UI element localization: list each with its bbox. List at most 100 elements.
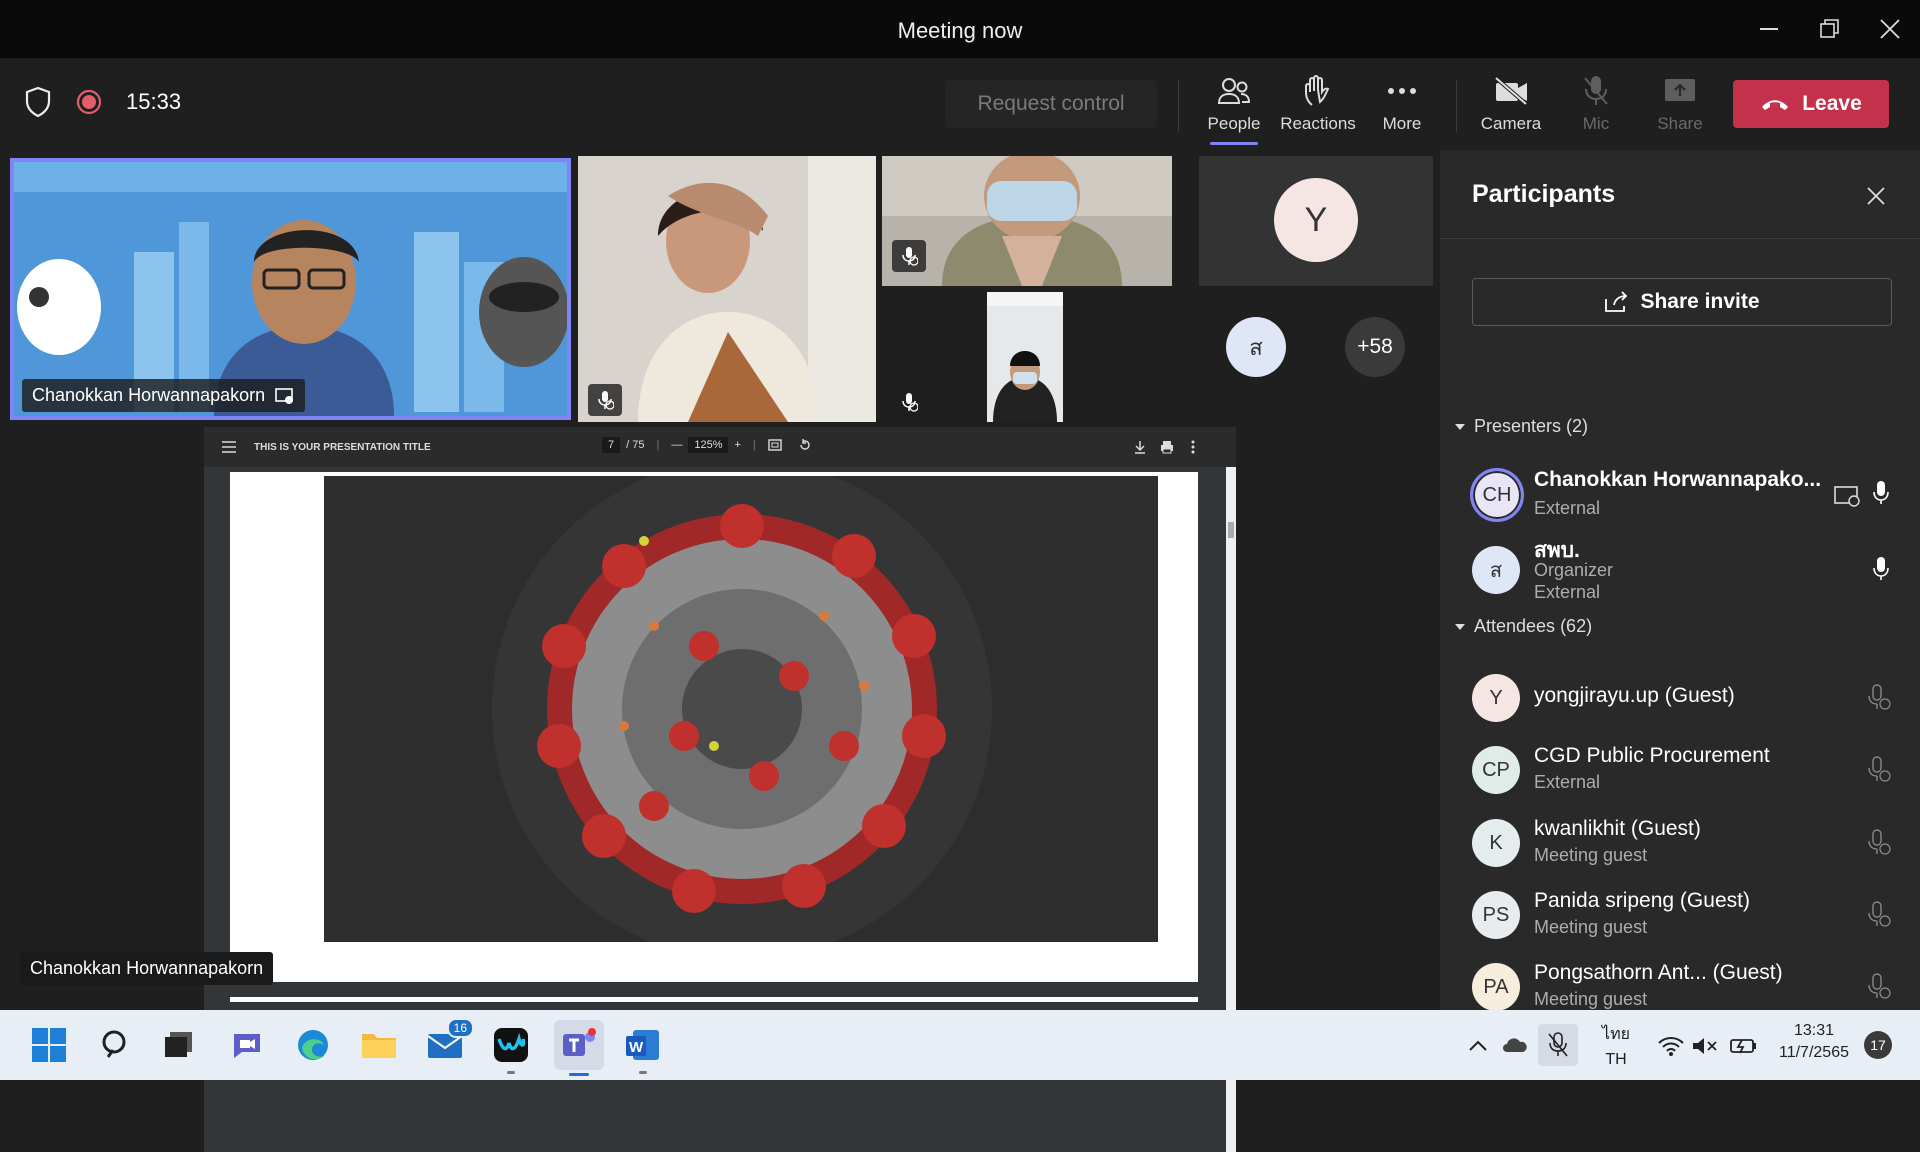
- word-button[interactable]: W: [620, 1022, 666, 1074]
- volume-muted-icon[interactable]: [1692, 1036, 1718, 1056]
- more-label: More: [1382, 114, 1422, 133]
- people-button[interactable]: People: [1196, 74, 1272, 145]
- participant-row[interactable]: CH Chanokkan Horwannapako... External: [1470, 464, 1892, 524]
- mail-badge: 16: [446, 1018, 474, 1038]
- zoom-out-icon[interactable]: —: [671, 439, 682, 451]
- video-tile-4[interactable]: [882, 292, 1172, 422]
- menu-icon[interactable]: [222, 441, 236, 453]
- battery-charging-icon[interactable]: [1730, 1037, 1758, 1055]
- webex-button[interactable]: [488, 1022, 534, 1074]
- taskbar: 16 W ไทย TH 13:31 11/7/2565 17: [0, 1010, 1920, 1080]
- download-icon[interactable]: [1134, 440, 1146, 454]
- avatar: CH: [1470, 468, 1524, 522]
- rotate-icon[interactable]: [798, 438, 812, 452]
- presenting-icon: [1834, 486, 1860, 507]
- share-invite-button[interactable]: Share invite: [1472, 278, 1892, 326]
- clock[interactable]: 13:31 11/7/2565: [1766, 1022, 1862, 1062]
- mic-off-icon: [1584, 76, 1608, 105]
- participant-row[interactable]: Y yongjirayu.up (Guest): [1472, 668, 1892, 728]
- mic-on-icon: [1873, 481, 1889, 504]
- search-button[interactable]: [93, 1022, 139, 1068]
- raise-hand-icon: [1305, 75, 1330, 106]
- overflow-participants-button[interactable]: +58: [1345, 317, 1405, 377]
- notification-badge[interactable]: 17: [1864, 1031, 1892, 1059]
- participant-video: [578, 156, 876, 422]
- fit-page-icon[interactable]: [768, 439, 782, 451]
- participant-role: External: [1534, 772, 1601, 792]
- start-button[interactable]: [26, 1022, 72, 1068]
- people-label: People: [1207, 114, 1261, 133]
- presenter-name-tag: Chanokkan Horwannapakorn: [20, 952, 274, 985]
- participant-row[interactable]: ส สพบ. Organizer External: [1472, 534, 1892, 614]
- edge-button[interactable]: [290, 1022, 336, 1068]
- mic-on-icon: [1873, 557, 1889, 580]
- mic-muted-tray[interactable]: [1538, 1024, 1578, 1066]
- video-tile-2[interactable]: [578, 156, 876, 422]
- mic-off-icon: [1868, 829, 1891, 855]
- zoom-in-icon[interactable]: +: [734, 439, 740, 451]
- window-title: Meeting now: [897, 18, 1023, 43]
- zoom-level[interactable]: 125%: [688, 437, 729, 453]
- onedrive-icon[interactable]: [1502, 1036, 1528, 1054]
- avatar: Y: [1472, 674, 1520, 722]
- mic-off-icon: [902, 393, 918, 412]
- wifi-icon[interactable]: [1658, 1036, 1684, 1056]
- avatar-s[interactable]: ส: [1226, 317, 1286, 377]
- featured-name-tag: Chanokkan Horwannapakorn: [22, 379, 306, 412]
- teams-button[interactable]: [554, 1020, 604, 1076]
- search-icon: [102, 1030, 126, 1058]
- teams-icon: [563, 1028, 596, 1056]
- camera-label: Camera: [1480, 114, 1542, 133]
- input-language[interactable]: ไทย TH: [1596, 1022, 1636, 1069]
- mic-button[interactable]: Mic: [1558, 74, 1634, 134]
- clock-time: 13:31: [1793, 1022, 1835, 1039]
- reactions-button[interactable]: Reactions: [1280, 74, 1356, 134]
- folder-icon: [362, 1034, 396, 1058]
- people-icon: [1217, 78, 1251, 104]
- minimize-button[interactable]: [1749, 12, 1789, 46]
- page-number-input[interactable]: 7: [602, 437, 621, 453]
- print-icon[interactable]: [1160, 440, 1174, 454]
- participant-name: Panida sripeng (Guest): [1534, 889, 1750, 912]
- panel-title: Participants: [1472, 180, 1616, 208]
- task-view-button[interactable]: [156, 1022, 202, 1068]
- avatar-tile-y[interactable]: Y: [1199, 156, 1433, 286]
- close-panel-icon[interactable]: [1866, 186, 1886, 206]
- more-options-icon[interactable]: [1191, 440, 1195, 454]
- file-explorer-button[interactable]: [356, 1022, 402, 1068]
- active-indicator: [1210, 142, 1258, 145]
- participant-row[interactable]: PA Pongsathorn Ant... (Guest) Meeting gu…: [1472, 957, 1892, 1017]
- mic-off-icon: [1868, 756, 1891, 782]
- featured-video-tile[interactable]: Chanokkan Horwannapakorn: [10, 158, 571, 420]
- speaker-video: [14, 162, 567, 416]
- participant-row[interactable]: K kwanlikhit (Guest) Meeting guest: [1472, 813, 1892, 873]
- mic-off-icon: [902, 247, 918, 266]
- mail-button[interactable]: 16: [422, 1018, 474, 1068]
- teams-chat-button[interactable]: [224, 1022, 270, 1068]
- request-control-button[interactable]: Request control: [945, 80, 1157, 128]
- meeting-stage: Chanokkan Horwannapakorn Y ส +58 THIS IS…: [0, 150, 1440, 1152]
- participant-role: Meeting guest: [1534, 989, 1648, 1009]
- coronavirus-image: [324, 476, 1158, 942]
- avatar: K: [1472, 819, 1520, 867]
- leave-label: Leave: [1802, 92, 1862, 115]
- participant-row[interactable]: PS Panida sripeng (Guest) Meeting guest: [1472, 885, 1892, 945]
- chevron-down-icon: [1455, 623, 1465, 630]
- video-tile-3[interactable]: [882, 156, 1172, 286]
- show-hidden-icons[interactable]: [1469, 1040, 1487, 1052]
- mic-off-icon: [598, 391, 614, 410]
- shield-icon[interactable]: [24, 86, 52, 118]
- avatar: PS: [1472, 891, 1520, 939]
- title-bar: Meeting now: [0, 0, 1920, 58]
- share-button[interactable]: Share: [1642, 74, 1718, 134]
- leave-button[interactable]: Leave: [1733, 80, 1889, 128]
- more-button[interactable]: More: [1364, 74, 1440, 134]
- close-icon: [1880, 19, 1900, 39]
- restore-button[interactable]: [1810, 12, 1850, 46]
- attendees-section-toggle[interactable]: Attendees (62): [1454, 616, 1592, 637]
- participant-row[interactable]: CP CGD Public Procurement External: [1472, 740, 1892, 800]
- presenters-section-toggle[interactable]: Presenters (2): [1454, 416, 1588, 437]
- muted-badge: [588, 384, 622, 416]
- close-window-button[interactable]: [1870, 12, 1910, 46]
- camera-button[interactable]: Camera: [1473, 74, 1549, 134]
